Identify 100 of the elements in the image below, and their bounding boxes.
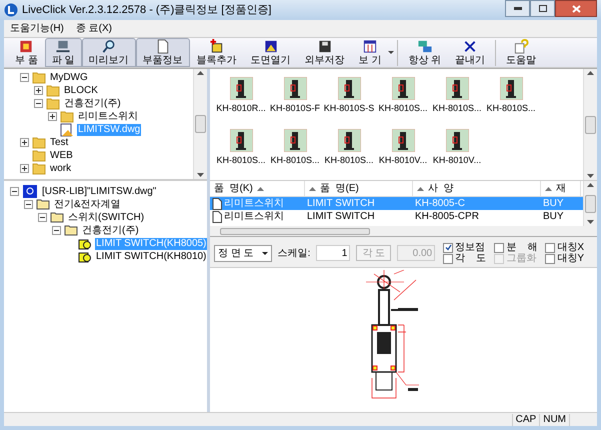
part-thumbnail [446,77,468,100]
toolbar-button[interactable]: 보 기 [352,38,388,67]
part-icon [78,250,92,263]
toolbar-button[interactable]: 끝내기 [448,38,492,67]
drawing-file-icon [262,39,279,54]
scroll-up-icon [587,71,594,75]
tree-item[interactable]: BLOCK [63,84,99,96]
expand-toggle[interactable] [20,164,29,173]
checkbox-label: 각 도 [455,253,486,264]
checkbox[interactable] [545,254,556,264]
part-thumbnail [284,129,306,152]
checkbox[interactable] [443,254,454,264]
plus-icon [50,114,55,119]
checkbox[interactable] [443,242,454,252]
tree-item[interactable]: WEB [49,150,74,162]
tree-item[interactable]: 리미트스위치 [77,110,139,122]
tree-item[interactable]: 전기&전자계열 [53,198,122,210]
toolbar-button[interactable]: 도면열기 [244,38,298,67]
view-dropdown[interactable]: 정 면 도 [214,244,272,262]
tree-item[interactable]: LIMIT SWITCH(KH8010) [95,250,207,262]
expand-toggle[interactable] [20,138,29,147]
grid-icon [362,39,378,54]
thumbnail-label[interactable]: KH-8010S-S [324,102,374,116]
checkbox[interactable] [494,242,504,252]
tree-item[interactable]: 건흥전기(주) [63,98,122,110]
tree-item[interactable]: [USR-LIB]"LIMITSW.dwg" [41,186,158,198]
thumbnail-label[interactable]: KH-8010S... [216,154,266,168]
toolbar-button[interactable]: 항상 위 [401,38,448,67]
tree-item[interactable]: MyDWG [49,72,89,84]
thumbnail-label[interactable]: KH-8010S... [432,102,482,116]
table-cell-text: BUY [543,197,564,211]
minus-icon [36,101,41,106]
windows-stack-icon [416,39,433,54]
collapse-toggle[interactable] [34,99,43,108]
column-header[interactable]: 재 [541,181,581,196]
close-button[interactable] [555,0,597,17]
folder-icon [32,71,46,84]
thumbnail-label[interactable]: KH-8010R... [216,102,266,116]
tree-item[interactable]: Test [49,136,70,148]
expand-toggle[interactable] [34,86,43,95]
menu-item[interactable]: 도움기능(H) [10,21,64,36]
toolbar-button[interactable]: 파 일 [44,38,82,67]
minus-icon [40,215,45,220]
add-block-icon [208,39,225,54]
toolbar-button[interactable]: 부품정보 [136,38,190,67]
folder-icon [64,225,78,236]
scroll-up-icon [587,183,594,187]
toolbar-button[interactable]: 도움말 [499,38,544,67]
toolbar-button[interactable]: 외부저장 [298,38,352,67]
minimize-button[interactable] [505,0,530,17]
toolbar-button[interactable]: 부 품 [8,38,45,67]
toolbar-button[interactable]: 미리보기 [82,38,136,67]
thumbnail-label[interactable]: KH-8010S... [378,102,428,116]
expand-toggle[interactable] [48,112,57,121]
column-header[interactable]: 사 양 [413,181,541,196]
dropdown-arrow-icon[interactable] [388,51,394,54]
thumbnail-label[interactable]: KH-8010S... [324,154,374,168]
table-cell-text: 리미트스위치 [224,210,284,224]
part-thumbnail [500,77,522,100]
collapse-toggle[interactable] [20,73,29,82]
table-cell-text: 리미트스위치 [224,197,284,211]
column-header[interactable]: 품 명(K) [210,181,305,196]
tree-item[interactable]: work [49,162,72,174]
collapse-toggle[interactable] [24,200,33,209]
scroll-down-icon [587,174,594,178]
table-row[interactable]: 리미트스위치 LIMIT SWITCH KH-8005-CPR BUY [210,210,583,223]
scale-input[interactable]: 1 [316,245,350,261]
table-cell-text: LIMIT SWITCH [307,210,375,224]
tree-item[interactable]: 스위치(SWITCH) [67,212,146,224]
scroll-thumb[interactable] [195,115,206,133]
scroll-thumb[interactable] [220,228,370,234]
checkbox-label: 대칭Y [557,253,584,264]
thumbnail-label[interactable]: KH-8010S... [270,154,320,168]
minus-icon [12,189,17,194]
dropdown-arrow-icon [262,252,268,254]
thumbnail-label[interactable]: KH-8010S... [486,102,536,116]
tree-item[interactable]: 건흥전기(주) [81,224,140,236]
collapse-toggle[interactable] [38,213,47,222]
folder-icon [46,97,60,110]
scroll-thumb[interactable] [585,194,596,212]
thumbnail-label[interactable]: KH-8010S-F [270,102,320,116]
checkbox[interactable] [545,242,556,252]
status-indicator: CAP [512,414,540,426]
vertical-scrollbar[interactable] [193,69,207,179]
vertical-scrollbar[interactable] [583,181,597,226]
collapse-toggle[interactable] [52,226,61,235]
thumbnail-label[interactable]: KH-8010V... [432,154,482,168]
collapse-toggle[interactable] [10,187,19,196]
horizontal-scrollbar[interactable] [210,226,597,236]
maximize-button[interactable] [530,0,555,17]
column-header[interactable]: 품 명(E) [305,181,413,196]
vertical-scrollbar[interactable] [583,69,597,180]
scroll-thumb[interactable] [585,116,596,134]
menu-item[interactable]: 종 료(X) [76,21,112,36]
scroll-down-icon [197,173,204,177]
minimize-icon [514,7,522,10]
thumbnail-label[interactable]: KH-8010V... [378,154,428,168]
sort-up-icon [256,186,264,190]
toolbar-button[interactable]: 블록추가 [190,38,244,67]
minus-icon [22,75,27,80]
